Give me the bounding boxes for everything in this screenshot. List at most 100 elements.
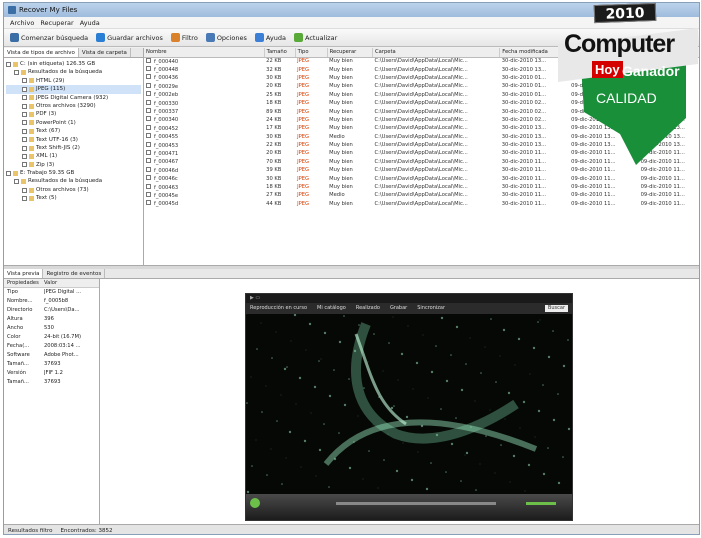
table-row[interactable]: f_00046c 30 KB JPEG Muy bien C:\Users\David\… — [144, 174, 699, 182]
column-header[interactable]: Tipo — [295, 48, 328, 58]
table-cell: C:\Users\David\AppData\Local\Mic... — [374, 192, 468, 199]
checkbox[interactable] — [146, 183, 151, 189]
checkbox[interactable] — [22, 86, 27, 92]
checkbox[interactable] — [146, 158, 151, 164]
column-header[interactable]: Recuperar — [327, 48, 374, 58]
tree-item[interactable]: Resultados de la búsqueda — [6, 177, 141, 185]
column-header[interactable]: Carpeta — [372, 48, 501, 58]
table-row[interactable]: f_00045e 27 KB JPEG Medio C:\Users\David\App… — [144, 191, 699, 199]
checkbox[interactable] — [22, 112, 27, 118]
checkbox[interactable] — [146, 166, 151, 172]
checkbox[interactable] — [146, 141, 151, 147]
properties-header: Propiedades Valor — [4, 279, 99, 288]
table-row[interactable]: f_00046d 39 KB JPEG Muy bien C:\Users\David\… — [144, 166, 699, 174]
checkbox[interactable] — [146, 74, 151, 80]
tree-item[interactable]: C: (sin etiqueta) 126.35 GB — [6, 60, 141, 68]
tree-item[interactable]: Otros archivos (3290) — [6, 102, 141, 110]
tree-item[interactable]: HTML (29) — [6, 77, 141, 85]
menu-ayuda[interactable]: Ayuda — [80, 19, 100, 27]
checkbox[interactable] — [146, 82, 151, 88]
checkbox[interactable] — [146, 108, 151, 114]
checkbox[interactable] — [22, 162, 27, 168]
play-icon[interactable] — [250, 498, 260, 508]
tree-item[interactable]: PowerPoint (1) — [6, 119, 141, 127]
property-row: Versión JFIF 1.2 — [4, 369, 99, 378]
player-nav-item[interactable]: Grabar — [390, 303, 407, 314]
checkbox[interactable] — [6, 61, 11, 67]
property-value: C:\Users\Da... — [44, 307, 80, 313]
folder-icon — [29, 95, 34, 101]
tree-item[interactable]: Otros archivos (73) — [6, 186, 141, 194]
checkbox[interactable] — [146, 200, 151, 206]
table-cell: 39 KB — [266, 167, 282, 174]
checkbox[interactable] — [146, 91, 151, 97]
tree-item[interactable]: Text Shift-JIS (2) — [6, 144, 141, 152]
table-cell: Muy bien — [329, 66, 353, 73]
tab-file-types[interactable]: Vista de tipos de archivo — [4, 48, 79, 57]
menu-archivo[interactable]: Archivo — [10, 19, 34, 27]
tree-item[interactable]: Text (5) — [6, 194, 141, 202]
toolbar-button-3[interactable]: Opciones — [205, 33, 247, 42]
checkbox[interactable] — [146, 124, 151, 130]
tree-item[interactable]: XML (1) — [6, 152, 141, 160]
checkbox[interactable] — [22, 128, 27, 134]
file-name: f_000452 — [154, 125, 179, 132]
checkbox[interactable] — [22, 103, 27, 109]
tree-item[interactable]: Resultados de la búsqueda — [6, 68, 141, 76]
player-nav-item[interactable]: Reproducción en curso — [250, 303, 307, 314]
checkbox[interactable] — [146, 149, 151, 155]
toolbar-button-0[interactable]: Comenzar búsqueda — [10, 33, 88, 42]
checkbox[interactable] — [22, 78, 27, 84]
checkbox[interactable] — [22, 187, 27, 193]
checkbox[interactable] — [14, 179, 19, 185]
checkbox[interactable] — [146, 133, 151, 139]
tab-preview[interactable]: Vista previa — [4, 269, 44, 278]
table-cell: JPEG — [297, 133, 310, 140]
tab-folders[interactable]: Vista de carpeta — [79, 48, 131, 57]
menu-recuperar[interactable]: Recuperar — [40, 19, 73, 27]
seek-bar[interactable] — [336, 502, 496, 505]
table-row[interactable]: f_000463 18 KB JPEG Muy bien C:\Users\David\… — [144, 183, 699, 191]
checkbox[interactable] — [22, 95, 27, 101]
toolbar-button-2[interactable]: Filtro — [170, 33, 198, 42]
player-nav-item[interactable]: Mi catálogo — [317, 303, 346, 314]
table-cell: f_00045e — [144, 191, 264, 199]
player-search[interactable]: Buscar — [544, 305, 568, 312]
file-name: f_000467 — [154, 159, 179, 166]
tree-item[interactable]: JPEG Digital Camera (932) — [6, 94, 141, 102]
checkbox[interactable] — [22, 145, 27, 151]
checkbox[interactable] — [146, 191, 151, 197]
player-nav-item[interactable]: Realizado — [356, 303, 380, 314]
award-ribbon-shape — [558, 28, 698, 165]
checkbox[interactable] — [6, 170, 11, 176]
checkbox[interactable] — [22, 195, 27, 201]
tree-item[interactable]: E: Trabajo 59.35 GB — [6, 169, 141, 177]
toolbar-button-5[interactable]: Actualizar — [294, 33, 337, 42]
status-bar: Resultados filtro Encontrados: 3852 — [4, 524, 699, 534]
tree-item[interactable]: Zip (3) — [6, 161, 141, 169]
column-header[interactable]: Tamaño — [264, 48, 296, 58]
checkbox[interactable] — [22, 153, 27, 159]
tree-item[interactable]: JPEG (115) — [6, 85, 141, 94]
checkbox[interactable] — [22, 137, 27, 143]
player-nav-item[interactable]: Sincronizar — [417, 303, 445, 314]
checkbox[interactable] — [146, 66, 151, 72]
checkbox[interactable] — [22, 120, 27, 126]
checkbox[interactable] — [146, 175, 151, 181]
checkbox[interactable] — [14, 70, 19, 76]
toolbar-button-1[interactable]: Guardar archivos — [96, 33, 163, 42]
table-row[interactable]: f_00045d 44 KB JPEG Muy bien C:\Users\David\… — [144, 200, 699, 208]
checkbox[interactable] — [146, 57, 151, 63]
folder-icon — [29, 78, 34, 84]
checkbox[interactable] — [146, 116, 151, 122]
tree-item[interactable]: Text (67) — [6, 127, 141, 135]
tree-item[interactable]: Text UTF-16 (3) — [6, 136, 141, 144]
toolbar-button-4[interactable]: Ayuda — [254, 33, 286, 42]
table-cell: Muy bien — [329, 58, 353, 65]
tab-event-log[interactable]: Registro de eventos — [43, 269, 106, 278]
tree-item[interactable]: PDF (3) — [6, 110, 141, 118]
column-header[interactable]: Nombre — [144, 48, 265, 58]
table-cell: C:\Users\David\AppData\Local\Mic... — [374, 74, 468, 81]
volume-slider[interactable] — [526, 502, 556, 505]
checkbox[interactable] — [146, 99, 151, 105]
